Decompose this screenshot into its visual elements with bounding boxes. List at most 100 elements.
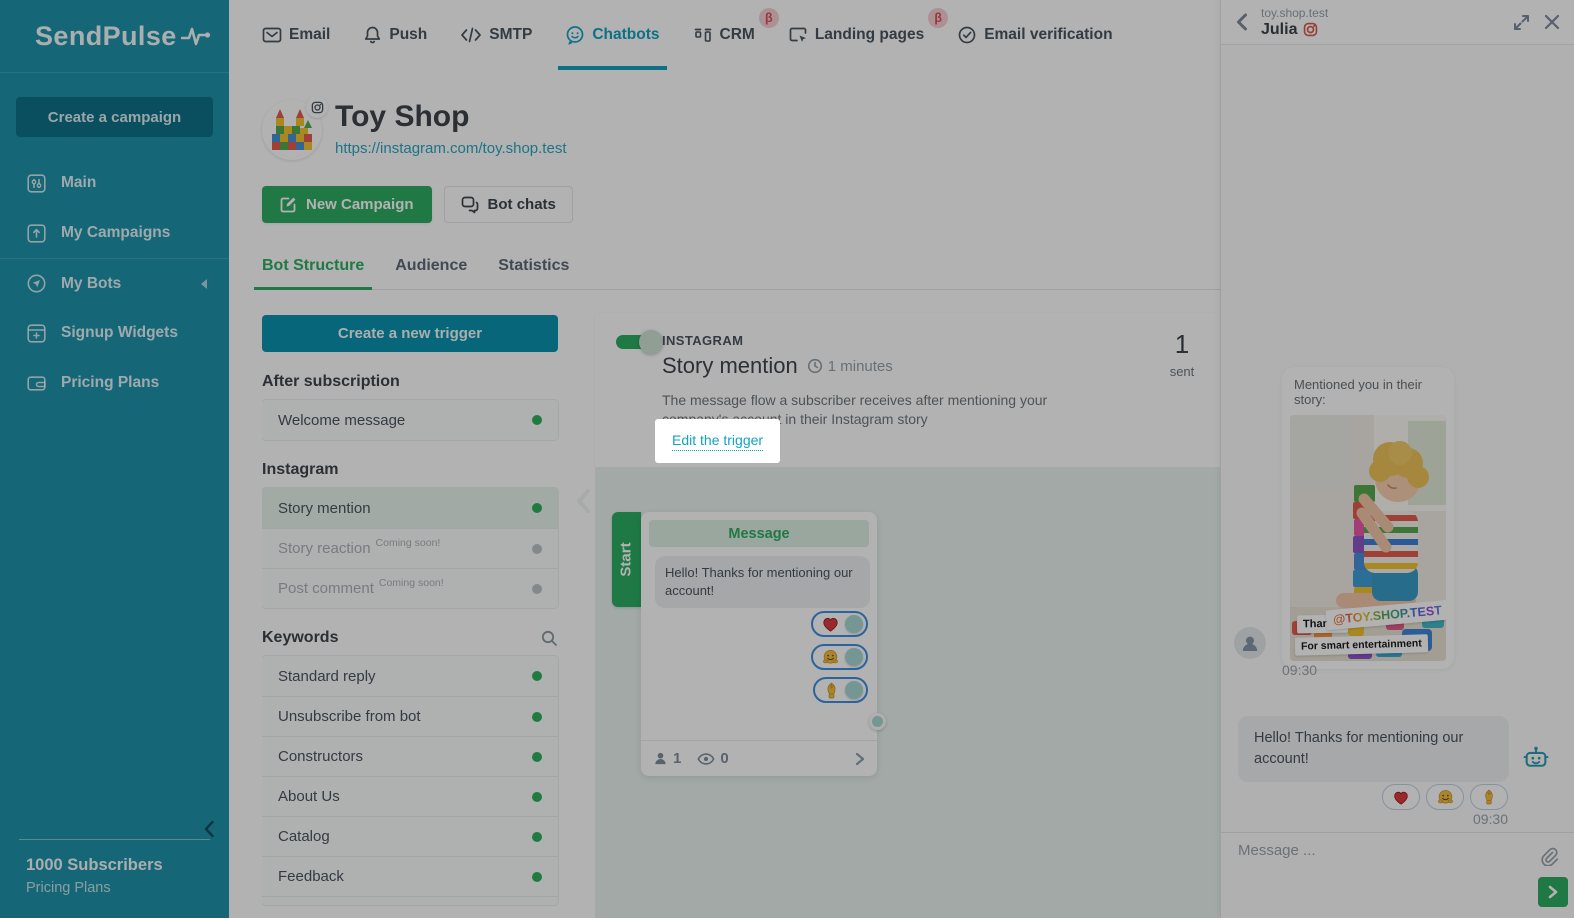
expand-icon[interactable] xyxy=(1513,14,1530,31)
status-dot-active xyxy=(532,872,542,882)
divider xyxy=(19,839,210,840)
tabs: Bot Structure Audience Statistics xyxy=(262,257,1220,290)
bot-chats-label: Bot chats xyxy=(488,196,556,213)
nav-item-push[interactable]: Push xyxy=(363,0,427,70)
new-campaign-button[interactable]: New Campaign xyxy=(262,186,432,223)
trigger-item-constructors[interactable]: Constructors xyxy=(262,736,558,776)
start-tab[interactable]: Start xyxy=(612,512,641,607)
attachment-icon[interactable] xyxy=(1540,847,1558,866)
nav-item-email[interactable]: Email xyxy=(262,0,330,70)
connection-port[interactable] xyxy=(845,648,863,666)
trigger-item-welcome-message[interactable]: Welcome message xyxy=(262,400,558,440)
trigger-item-unsubscribe[interactable]: Unsubscribe from bot xyxy=(262,696,558,736)
back-icon[interactable] xyxy=(1235,13,1248,31)
connection-port[interactable] xyxy=(845,615,863,633)
send-button[interactable] xyxy=(1538,877,1568,907)
person-icon xyxy=(653,751,668,766)
trigger-item-post-comment: Post commentComing soon! xyxy=(262,568,558,608)
trigger-item-standard-reply[interactable]: Standard reply xyxy=(262,656,558,696)
pricing-plans-link[interactable]: Pricing Plans xyxy=(0,880,229,896)
sidebar-item-my-bots[interactable]: My Bots xyxy=(0,258,229,308)
sidebar-item-my-campaigns[interactable]: My Campaigns xyxy=(0,208,229,258)
nav-item-landing-pages[interactable]: Landing pages β xyxy=(788,0,924,70)
reaction-pill-pinch[interactable] xyxy=(813,677,868,703)
collapse-arrow-icon xyxy=(201,279,207,289)
nav-item-email-verification[interactable]: Email verification xyxy=(957,0,1112,70)
story-sticker-tagline: For smart entertainment xyxy=(1295,634,1428,655)
reaction-pill-hug[interactable] xyxy=(811,644,868,670)
flow-canvas[interactable]: Start Message Hello! Thanks for mentioni… xyxy=(595,467,1220,918)
action-buttons: New Campaign Bot chats xyxy=(262,186,1220,223)
chevron-right-icon[interactable] xyxy=(855,752,865,766)
trigger-item-about-us[interactable]: About Us xyxy=(262,776,558,816)
tab-bot-structure[interactable]: Bot Structure xyxy=(262,257,364,289)
trigger-toggle[interactable] xyxy=(616,335,656,349)
widget-plus-icon xyxy=(27,324,46,343)
sidebar-item-label: Main xyxy=(61,174,96,192)
reaction-pill-heart[interactable] xyxy=(811,611,868,637)
main-area: Email Push SMTP Chatbots CRM β Landin xyxy=(229,0,1220,918)
nav-item-chatbots[interactable]: Chatbots xyxy=(565,0,659,70)
group-title-instagram: Instagram xyxy=(262,461,338,479)
chat-header: toy.shop.test Julia xyxy=(1221,0,1574,45)
trigger-info-card: INSTAGRAM Story mention 1 minutes The me… xyxy=(595,313,1220,467)
tab-statistics[interactable]: Statistics xyxy=(498,257,569,289)
sidebar-item-pricing-plans[interactable]: Pricing Plans xyxy=(0,358,229,408)
message-input[interactable] xyxy=(1238,842,1498,859)
sidebar-item-main[interactable]: Main xyxy=(0,158,229,208)
sent-count: 1 xyxy=(1160,329,1204,360)
hugging-face-emoji xyxy=(1437,789,1454,806)
sendpulse-logo: SendPulse xyxy=(35,21,177,52)
coming-soon-label: Coming soon! xyxy=(379,577,444,589)
story-label: Mentioned you in their story: xyxy=(1294,377,1446,407)
members-stat: 1 xyxy=(653,750,681,767)
bot-avatar xyxy=(262,100,322,160)
reaction-heart[interactable] xyxy=(1382,784,1420,810)
block-output-port[interactable] xyxy=(869,713,886,730)
landing-pages-icon xyxy=(788,25,808,45)
status-dot-active xyxy=(532,671,542,681)
trigger-item-story-mention[interactable]: Story mention xyxy=(262,488,558,528)
views-stat: 0 xyxy=(697,750,728,767)
trigger-group: Welcome message xyxy=(262,400,558,440)
instagram-channel-icon xyxy=(1303,22,1318,37)
trigger-item-feedback[interactable]: Feedback xyxy=(262,856,558,896)
bot-chats-button[interactable]: Bot chats xyxy=(444,186,573,223)
create-campaign-button[interactable]: Create a campaign xyxy=(16,97,213,137)
trigger-list-panel: Create a new trigger After subscription … xyxy=(262,290,558,918)
panel-collapse-icon[interactable] xyxy=(574,488,592,514)
nav-item-crm[interactable]: CRM β xyxy=(693,0,755,70)
nav-item-smtp[interactable]: SMTP xyxy=(460,0,532,70)
hugging-face-emoji xyxy=(822,649,839,666)
sidebar-item-label: My Bots xyxy=(61,275,121,293)
wallet-icon xyxy=(27,374,46,393)
partial-row xyxy=(262,896,558,905)
story-timestamp: 09:30 xyxy=(1282,662,1317,678)
sidebar-collapse-icon[interactable] xyxy=(199,818,221,840)
logo-link[interactable]: SendPulse xyxy=(0,0,229,73)
search-icon[interactable] xyxy=(541,630,558,647)
sliders-icon xyxy=(27,174,46,193)
page-content: Toy Shop https://instagram.com/toy.shop.… xyxy=(229,70,1220,918)
message-block[interactable]: Message Hello! Thanks for mentioning our… xyxy=(641,512,877,776)
reaction-pinch[interactable] xyxy=(1470,784,1508,810)
message-block-title: Message xyxy=(649,520,869,547)
bot-url-link[interactable]: https://instagram.com/toy.shop.test xyxy=(335,140,567,157)
chat-input-area xyxy=(1221,832,1574,918)
sidebar-menu: Main My Campaigns My Bots Signup Widgets… xyxy=(0,158,229,408)
sidebar-item-signup-widgets[interactable]: Signup Widgets xyxy=(0,308,229,358)
chat-account: toy.shop.test xyxy=(1261,7,1328,19)
status-dot-active xyxy=(532,712,542,722)
connection-port[interactable] xyxy=(845,681,863,699)
edit-trigger-link[interactable]: Edit the trigger xyxy=(672,432,763,451)
tab-audience[interactable]: Audience xyxy=(395,257,467,289)
trigger-label: Constructors xyxy=(278,748,363,765)
reaction-hug[interactable] xyxy=(1426,784,1464,810)
close-icon[interactable] xyxy=(1544,14,1560,30)
trigger-item-catalog[interactable]: Catalog xyxy=(262,816,558,856)
bot-header: Toy Shop https://instagram.com/toy.shop.… xyxy=(262,100,1220,162)
message-block-text: Hello! Thanks for mentioning our account… xyxy=(655,556,870,608)
create-trigger-button[interactable]: Create a new trigger xyxy=(262,315,558,352)
trigger-label: Story reaction xyxy=(278,540,371,557)
pulse-icon xyxy=(181,25,211,47)
